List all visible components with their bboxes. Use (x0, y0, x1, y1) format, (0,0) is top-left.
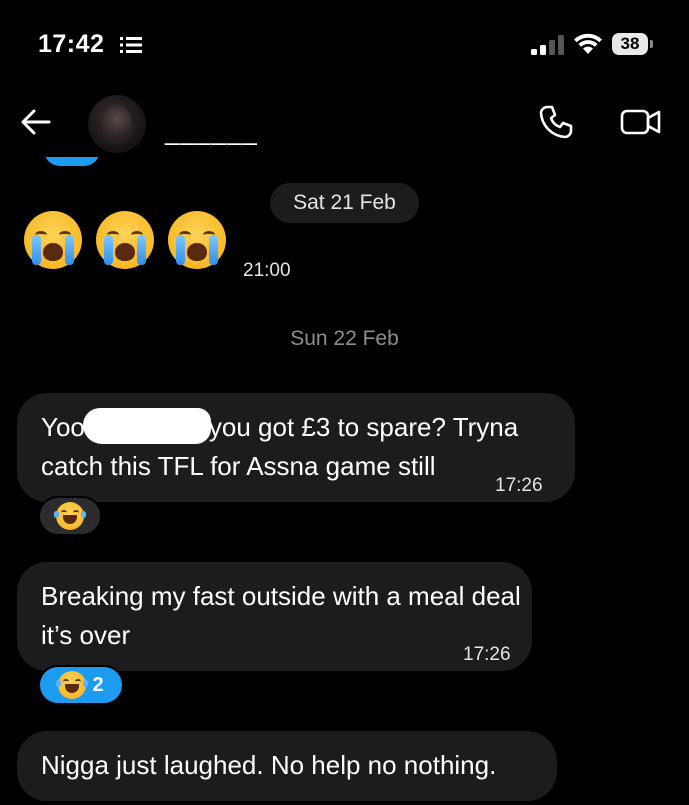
message-text: Nigga just laughed. No help no nothing. (41, 750, 497, 780)
message-time: 17:26 (495, 475, 543, 496)
battery-tip (650, 40, 653, 48)
loudly-crying-face-icon (168, 211, 226, 269)
date-separator: Sat 21 Feb (270, 183, 419, 223)
tears-of-joy-icon (54, 502, 86, 530)
wifi-icon (574, 33, 602, 54)
message-bubble[interactable]: Nigga just laughed. No help no nothing. (17, 731, 557, 801)
loudly-crying-face-icon (96, 211, 154, 269)
reaction-badge[interactable] (38, 496, 102, 536)
date-separator: Sun 22 Feb (290, 327, 399, 350)
loudly-crying-face-icon (24, 211, 82, 269)
avatar[interactable] (88, 95, 146, 153)
cellular-signal-icon (531, 35, 564, 55)
list-icon (120, 37, 142, 53)
reaction-count: 2 (92, 673, 104, 696)
message-bubble[interactable]: Yoo you got £3 to spare? Tryna catch this… (17, 393, 575, 502)
message-text: Breaking my fast outside with a meal dea… (41, 581, 521, 650)
video-camera-icon[interactable] (620, 106, 662, 138)
reaction-badge[interactable]: 2 (38, 665, 124, 705)
battery-level: 38 (612, 33, 648, 55)
back-arrow-icon[interactable] (20, 108, 52, 136)
redaction-block (82, 408, 211, 444)
message-bubble[interactable]: Breaking my fast outside with a meal dea… (17, 562, 532, 671)
battery-icon: 38 (612, 33, 656, 55)
message-time: 17:26 (463, 644, 511, 665)
phone-icon[interactable] (538, 104, 574, 140)
tears-of-joy-icon (56, 671, 89, 699)
avatar-figure (102, 105, 132, 145)
message-text: Yoo you got £3 to spare? Tryna catch this… (41, 408, 561, 486)
message-time: 21:00 (243, 260, 291, 281)
emoji-message[interactable] (24, 211, 226, 269)
status-time: 17:42 (38, 30, 105, 58)
message-text-start: Yoo (41, 412, 85, 442)
previous-message-bubble-edge (44, 157, 100, 166)
contact-name[interactable]: ______ (165, 116, 258, 147)
dm-screen: 17:42 38 ______ Sat 21 Feb 21:00 Sun 22 … (0, 0, 689, 805)
